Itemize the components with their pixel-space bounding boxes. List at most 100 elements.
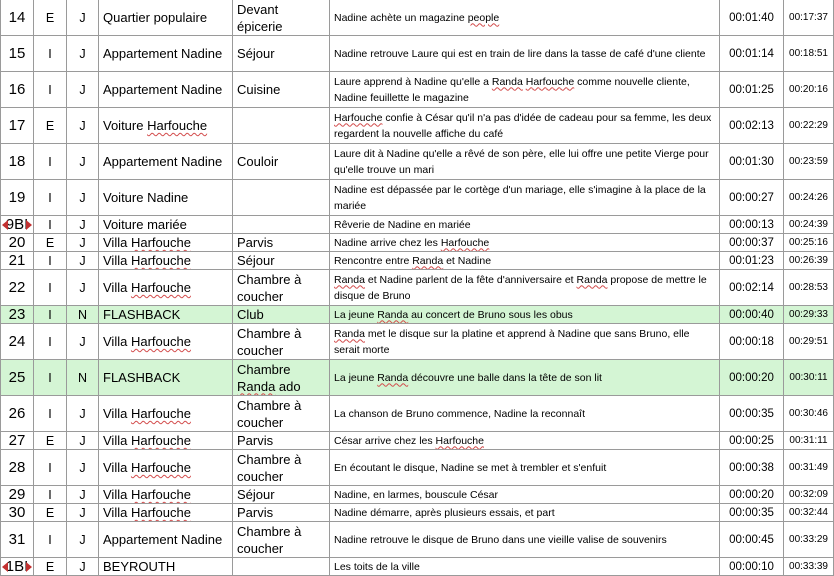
timecode-text: 00:33:39: [789, 561, 828, 572]
table-row: 19 I J Voiture Nadine Nadine est dépassée pa…: [0, 179, 834, 216]
set-text: Parvis: [237, 235, 274, 250]
timecode-cell: 00:24:39: [783, 215, 834, 234]
location-cell: FLASHBACK: [98, 305, 233, 324]
int-ext-cell: E: [33, 0, 67, 36]
overflow-number: 1BI: [2, 559, 33, 575]
set-text: Séjour: [237, 46, 275, 61]
timecode-text: 00:20:16: [789, 84, 828, 95]
scene-number-cell: 21: [0, 251, 34, 270]
int-ext-cell: I: [33, 449, 67, 486]
set-cell: Parvis: [232, 503, 330, 522]
location-cell: Villa Harfouche: [98, 449, 233, 486]
scene-number-text: 22: [8, 279, 26, 296]
description-cell: Laure dit à Nadine qu'elle a rêvé de son…: [329, 143, 720, 180]
timecode-text: 00:32:09: [789, 489, 828, 500]
day-night-cell: J: [66, 449, 99, 486]
int-ext-cell: E: [33, 431, 67, 450]
int-ext-cell: I: [33, 359, 67, 396]
location-text: Villa Harfouche: [103, 253, 191, 268]
day-night-cell: N: [66, 305, 99, 324]
day-night-text: J: [79, 460, 86, 475]
scene-number-text: 29: [8, 486, 26, 503]
location-cell: Appartement Nadine: [98, 521, 233, 558]
location-cell: Quartier populaire: [98, 0, 233, 36]
timecode-text: 00:24:26: [789, 192, 828, 203]
int-ext-text: E: [45, 118, 55, 133]
location-text: FLASHBACK: [103, 370, 181, 385]
duration-cell: 00:00:25: [719, 431, 784, 450]
set-cell: [232, 557, 330, 576]
duration-text: 00:00:45: [729, 533, 774, 546]
int-ext-cell: E: [33, 233, 67, 252]
spellcheck-flag: Randa: [377, 308, 409, 321]
set-cell: Chambre à coucher: [232, 323, 330, 360]
set-cell: Chambre à coucher: [232, 269, 330, 306]
description-cell: Nadine arrive chez les Harfouche: [329, 233, 720, 252]
scene-number-cell: 31: [0, 521, 34, 558]
location-cell: Voiture Nadine: [98, 179, 233, 216]
timecode-cell: 00:23:59: [783, 143, 834, 180]
day-night-text: J: [79, 190, 86, 205]
location-text: Villa Harfouche: [103, 460, 191, 475]
set-text: Chambre à coucher: [237, 397, 302, 430]
duration-text: 00:01:30: [729, 155, 774, 168]
description-text: Laure apprend à Nadine qu'elle a Randa H…: [334, 75, 690, 104]
scene-number-cell: 9BI: [0, 215, 34, 234]
description-cell: Nadine démarre, après plusieurs essais, …: [329, 503, 720, 522]
description-cell: Rencontre entre Randa et Nadine: [329, 251, 720, 270]
duration-cell: 00:00:13: [719, 215, 784, 234]
scene-number-cell: 1BI: [0, 557, 34, 576]
int-ext-cell: I: [33, 179, 67, 216]
set-cell: [232, 215, 330, 234]
location-text: Villa Harfouche: [103, 235, 191, 250]
location-text: Villa Harfouche: [103, 280, 191, 295]
int-ext-text: I: [48, 532, 52, 547]
timecode-text: 00:32:44: [789, 507, 828, 518]
table-row-flashback: 23 I N FLASHBACK Club La jeune Randa au conce…: [0, 305, 834, 324]
day-night-cell: J: [66, 485, 99, 504]
location-cell: Villa Harfouche: [98, 251, 233, 270]
spellcheck-flag: Harfouche: [130, 460, 191, 475]
day-night-text: J: [79, 154, 86, 169]
scene-number-cell: 26: [0, 395, 34, 432]
overflow-right-icon: [26, 219, 32, 230]
duration-cell: 00:01:25: [719, 71, 784, 108]
description-text: Nadine retrouve le disque de Bruno dans …: [334, 533, 667, 546]
set-text: Chambre à coucher: [237, 271, 302, 304]
duration-cell: 00:00:40: [719, 305, 784, 324]
timecode-cell: 00:29:33: [783, 305, 834, 324]
timecode-cell: 00:24:26: [783, 179, 834, 216]
set-text: Parvis: [237, 505, 274, 520]
table-row: 24 I J Villa Harfouche Chambre à coucher Rand…: [0, 323, 834, 360]
location-text: Villa Harfouche: [103, 406, 191, 421]
set-text: Chambre à coucher: [237, 451, 302, 484]
int-ext-text: E: [45, 10, 55, 25]
timecode-text: 00:33:29: [789, 534, 828, 545]
set-cell: Parvis: [232, 431, 330, 450]
description-cell: La jeune Randa au concert de Bruno sous …: [329, 305, 720, 324]
scene-number-text: 19: [8, 189, 26, 206]
day-night-text: J: [79, 46, 86, 61]
table-row: 26 I J Villa Harfouche Chambre à coucher La c…: [0, 395, 834, 432]
scene-number-cell: 20: [0, 233, 34, 252]
duration-text: 00:00:40: [729, 308, 774, 321]
location-text: Appartement Nadine: [103, 46, 223, 61]
int-ext-text: I: [48, 82, 52, 97]
location-text: Villa Harfouche: [103, 334, 191, 349]
scene-number-text: 18: [8, 153, 26, 170]
int-ext-text: I: [48, 46, 52, 61]
location-text: Quartier populaire: [103, 10, 208, 25]
duration-text: 00:00:25: [729, 434, 774, 447]
day-night-text: J: [79, 334, 86, 349]
spellcheck-flag: Randa: [491, 75, 523, 88]
location-text: Appartement Nadine: [103, 154, 223, 169]
scene-number-cell: 28: [0, 449, 34, 486]
description-cell: Rêverie de Nadine en mariée: [329, 215, 720, 234]
scene-number-text: 9BI: [5, 216, 29, 233]
location-text: FLASHBACK: [103, 307, 181, 322]
table-row: 30 E J Villa Harfouche Parvis Nadine démarre,…: [0, 503, 834, 522]
timecode-cell: 00:17:37: [783, 0, 834, 36]
scene-number-cell: 22: [0, 269, 34, 306]
spellcheck-flag: Harfouche: [435, 434, 484, 447]
int-ext-text: E: [45, 235, 55, 250]
